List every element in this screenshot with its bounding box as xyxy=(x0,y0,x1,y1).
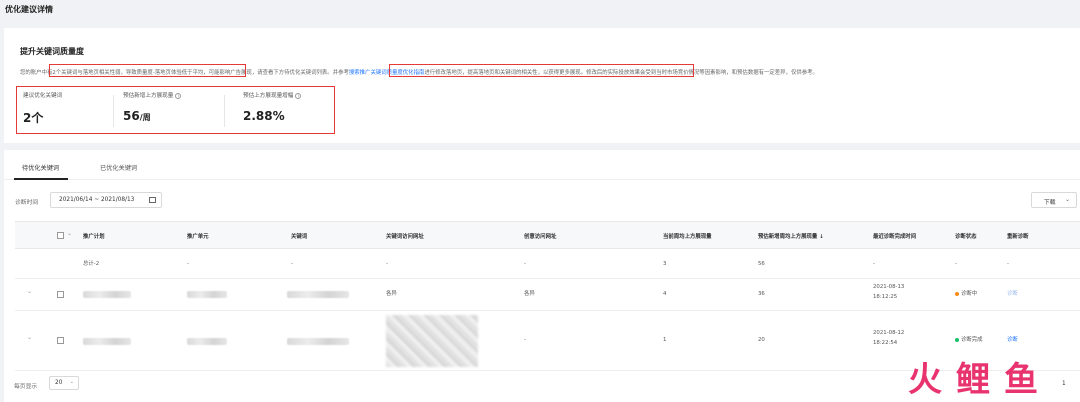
rediagnose-button[interactable]: 诊断 xyxy=(1007,290,1018,299)
redacted-adgroup xyxy=(187,291,227,298)
table-cell: - xyxy=(386,261,388,267)
metrics-panel: 建议优化关键词 2个 预估新增上方展现量? 56/周 预估上方展现量增幅? 2.… xyxy=(16,86,335,134)
col-adgroup: 推广单元 xyxy=(187,234,209,240)
row-checkbox[interactable] xyxy=(57,337,64,344)
tabs-divider xyxy=(4,179,1080,180)
page-size-select[interactable]: 20 ⌄ xyxy=(49,376,79,390)
col-keyword-url: 关键词访问网址 xyxy=(386,234,424,240)
active-tab-indicator xyxy=(14,178,68,180)
date-range-picker[interactable]: 2021/06/14 ~ 2021/08/13 xyxy=(50,192,162,208)
redacted-keyword-url xyxy=(386,315,478,367)
chevron-down-icon: ⌄ xyxy=(69,379,74,385)
summary-title: 提升关键词质量度 xyxy=(20,47,84,56)
watermark-char: 火 xyxy=(908,360,942,400)
status-dot-icon xyxy=(955,337,959,342)
page-size-label: 每页显示 xyxy=(14,384,38,390)
redacted-adgroup xyxy=(187,338,227,345)
col-status: 诊断状态 xyxy=(955,234,977,240)
divider xyxy=(224,95,225,127)
table-cell: - xyxy=(291,261,293,267)
metric-keywords: 建议优化关键词 2个 xyxy=(23,87,113,133)
creative-url: 各异 xyxy=(524,291,535,297)
status-dot-icon xyxy=(955,291,959,296)
diagnosis-date: 2021-08-13 xyxy=(873,284,905,290)
metric-value: 2个 xyxy=(23,111,44,125)
col-campaign: 推广计划 xyxy=(83,234,105,240)
date-range-value: 2021/06/14 ~ 2021/08/13 xyxy=(59,197,135,203)
tab-pending[interactable]: 待优化关键词 xyxy=(22,163,59,172)
table-row: ⌄ 各异 各异 4 36 2021-08-13 18:12:25 诊断中 诊断 xyxy=(15,279,1080,311)
desc-text-1: 您的账户中有 xyxy=(20,70,53,76)
estimated-impressions: 36 xyxy=(758,291,765,297)
redacted-campaign xyxy=(83,291,131,298)
date-label: 诊断时间 xyxy=(15,200,39,206)
table-cell: - xyxy=(1007,261,1009,267)
redacted-campaign xyxy=(83,338,131,345)
current-impressions: 1 xyxy=(663,337,667,343)
col-estimated-impressions[interactable]: 预估新增周均上方展现量 ↓ xyxy=(758,232,824,240)
metric-impression-growth: 预估上方展现量增幅? 2.88% xyxy=(243,87,333,133)
diagnosis-date: 2021-08-12 xyxy=(873,330,905,336)
table-cell: 3 xyxy=(663,261,667,267)
calendar-icon xyxy=(149,197,156,203)
divider xyxy=(113,95,114,127)
col-last-diagnosis: 最近诊断完成时间 xyxy=(873,234,917,240)
status-badge: 诊断完成 xyxy=(955,336,983,345)
total-label: 总计-2 xyxy=(83,261,100,267)
download-label: 下载 xyxy=(1044,200,1056,206)
col-current-impressions: 当前周均上方展现量 xyxy=(663,234,712,240)
diagnosis-time: 18:22:54 xyxy=(873,340,898,346)
table-cell: 56 xyxy=(758,261,765,267)
table-cell: - xyxy=(524,261,526,267)
metric-new-impressions: 预估新增上方展现量? 56/周 xyxy=(123,87,223,133)
table-total-row: 总计-2 - - - - 3 56 - - - xyxy=(15,249,1080,279)
metric-value: 2.88% xyxy=(243,109,285,123)
select-all-checkbox[interactable] xyxy=(57,232,64,239)
expand-row-icon[interactable]: ⌄ xyxy=(27,334,32,341)
diagnosis-time: 18:12:25 xyxy=(873,294,898,300)
help-icon[interactable]: ? xyxy=(175,92,182,99)
creative-url: - xyxy=(524,337,526,343)
table-header: ⌄ 推广计划 推广单元 关键词 关键词访问网址 创意访问网址 当前周均上方展现量… xyxy=(15,221,1080,249)
col-creative-url: 创意访问网址 xyxy=(524,234,557,240)
status-badge: 诊断中 xyxy=(955,290,977,299)
tab-optimized[interactable]: 已优化关键词 xyxy=(100,163,137,172)
pagination-current-page[interactable]: 1 xyxy=(1062,381,1066,387)
summary-card: 提升关键词质量度 您的账户中有2个关键词与落地页相关性弱，导致质量度-落地页体验… xyxy=(4,28,1080,143)
col-rediagnose: 重新诊断 xyxy=(1007,234,1029,240)
redacted-keyword xyxy=(287,338,349,345)
page-size-value: 20 xyxy=(55,380,63,386)
keyword-url: 各异 xyxy=(386,291,397,297)
watermark-char: 鱼 xyxy=(1004,360,1038,400)
metric-value: 56/周 xyxy=(123,109,151,123)
metric-label: 预估上方展现量增幅? xyxy=(243,92,302,99)
table-cell: - xyxy=(187,261,189,267)
watermark-logo: 火 鲤 鱼 xyxy=(908,352,1058,400)
table-cell: - xyxy=(955,261,957,267)
metric-label: 预估新增上方展现量? xyxy=(123,92,182,99)
page-title: 优化建议详情 xyxy=(5,5,53,14)
chevron-down-icon[interactable]: ⌄ xyxy=(67,230,72,237)
current-impressions: 4 xyxy=(663,291,667,297)
help-icon[interactable]: ? xyxy=(295,92,302,99)
sort-down-icon[interactable]: ↓ xyxy=(819,234,824,240)
highlight-box-1 xyxy=(49,64,246,77)
watermark-char: 鲤 xyxy=(956,360,990,400)
redacted-keyword xyxy=(287,291,349,298)
expand-row-icon[interactable]: ⌄ xyxy=(27,288,32,295)
row-checkbox[interactable] xyxy=(57,291,64,298)
download-button[interactable]: 下载 ⌄ xyxy=(1031,192,1077,208)
metric-label: 建议优化关键词 xyxy=(23,93,63,99)
chevron-down-icon: ⌄ xyxy=(1064,196,1070,203)
estimated-impressions: 20 xyxy=(758,337,765,343)
table-cell: - xyxy=(873,261,875,267)
rediagnose-button[interactable]: 诊断 xyxy=(1007,336,1018,345)
highlight-box-2 xyxy=(389,64,694,77)
col-keyword: 关键词 xyxy=(291,234,308,240)
